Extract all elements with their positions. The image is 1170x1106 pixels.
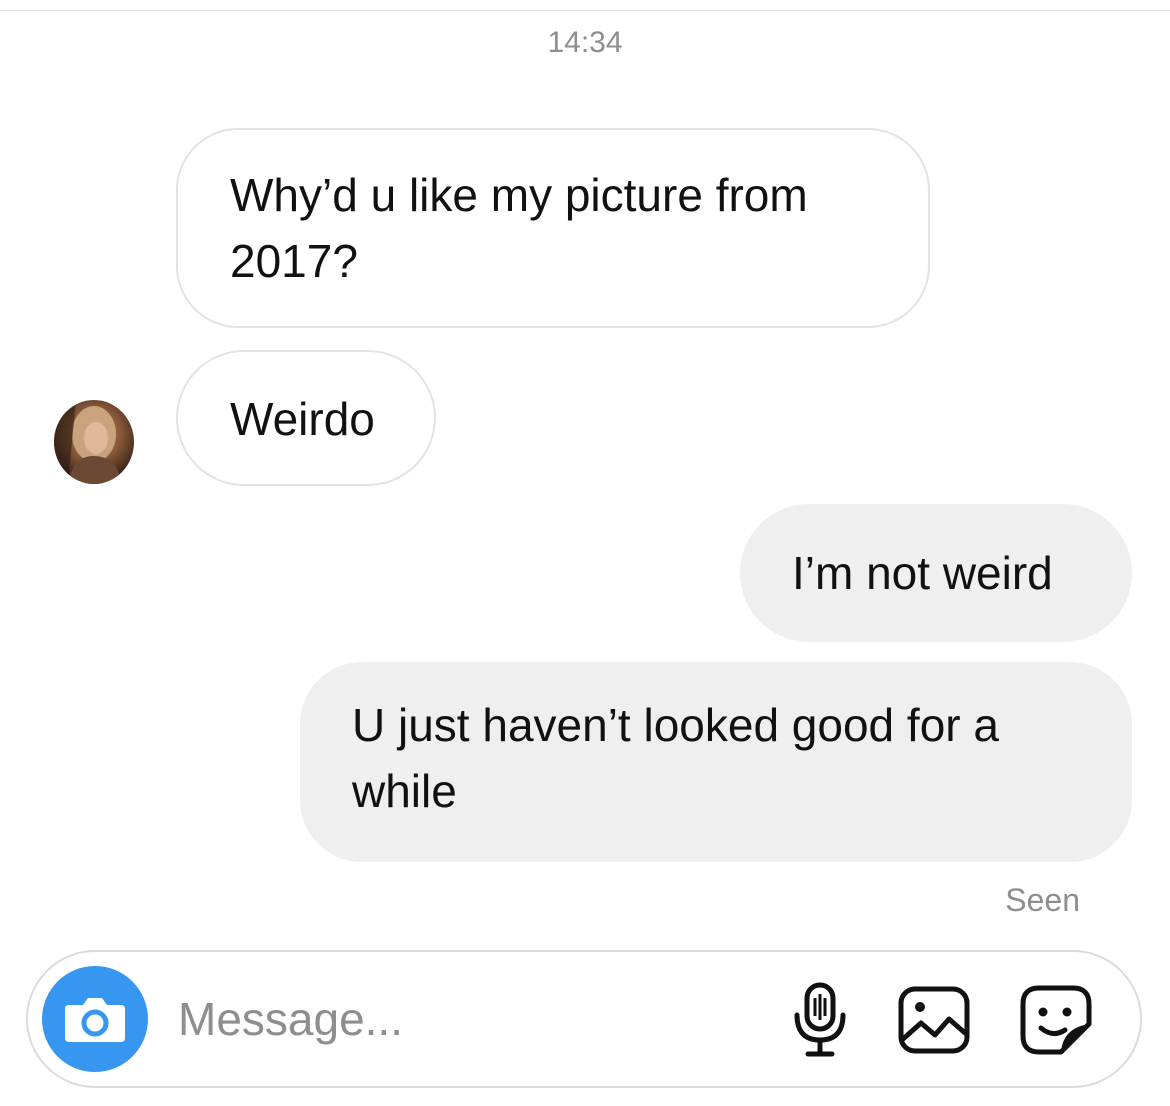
message-timestamp: 14:34	[547, 26, 623, 59]
gallery-icon	[898, 986, 970, 1054]
message-text: U just haven’t looked good for a while	[352, 699, 999, 817]
gallery-button[interactable]	[894, 980, 974, 1060]
avatar-photo-icon	[54, 400, 122, 484]
message-input[interactable]	[178, 986, 738, 1052]
sticker-icon	[1020, 985, 1092, 1055]
top-divider	[0, 10, 1170, 11]
incoming-message-bubble[interactable]: Weirdo	[176, 350, 436, 486]
camera-button[interactable]	[42, 966, 148, 1072]
seen-receipt: Seen	[1005, 882, 1080, 918]
message-text: Weirdo	[230, 393, 375, 445]
voice-message-button[interactable]	[780, 980, 860, 1060]
contact-avatar[interactable]	[54, 400, 134, 484]
incoming-message-bubble[interactable]: Why’d u like my picture from 2017?	[176, 128, 930, 328]
message-text: I’m not weird	[792, 547, 1053, 599]
outgoing-message-bubble[interactable]: I’m not weird	[740, 504, 1132, 642]
outgoing-message-bubble[interactable]: U just haven’t looked good for a while	[300, 662, 1132, 862]
message-composer	[26, 950, 1142, 1088]
microphone-icon	[794, 982, 846, 1057]
message-text: Why’d u like my picture from 2017?	[230, 169, 808, 287]
camera-icon	[65, 998, 125, 1042]
sticker-button[interactable]	[1016, 980, 1096, 1060]
